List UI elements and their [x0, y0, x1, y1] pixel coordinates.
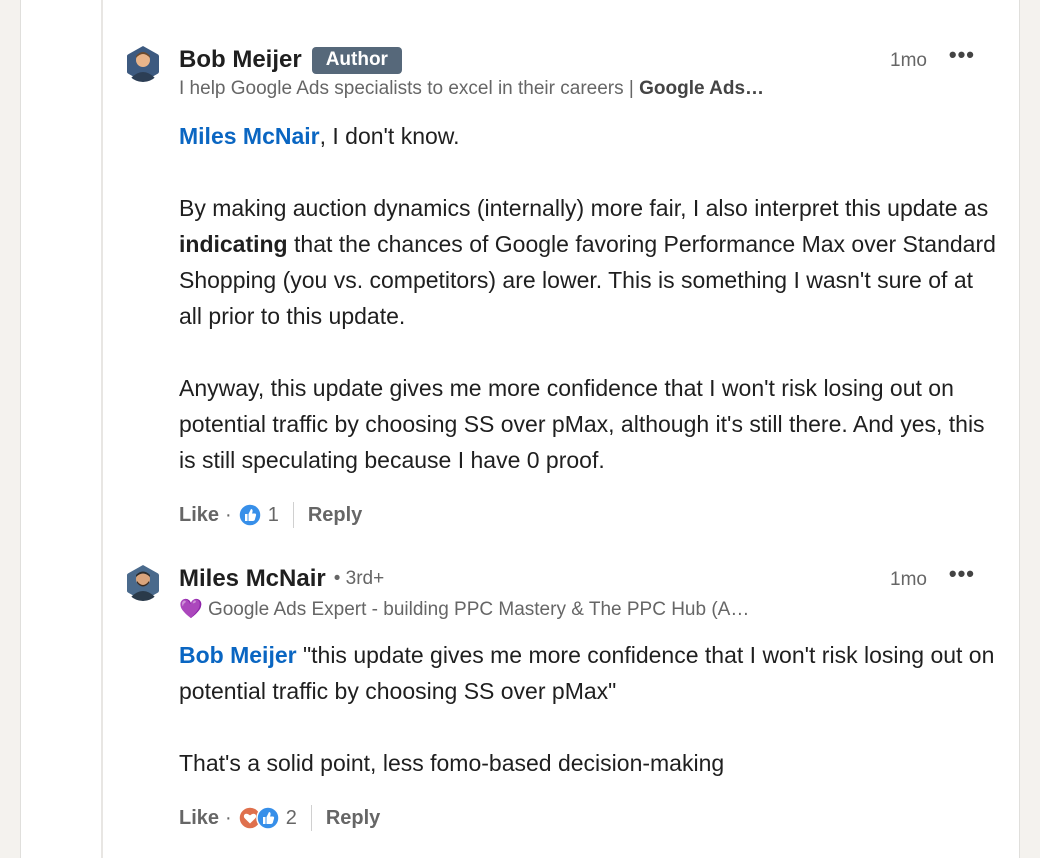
reactions[interactable]	[237, 503, 262, 527]
reactions-count[interactable]: 2	[286, 807, 297, 830]
mention-link[interactable]: Miles McNair	[179, 123, 320, 149]
paragraph-text: Anyway, this update gives me more confid…	[179, 375, 985, 473]
author-name[interactable]: Miles McNair	[179, 565, 326, 593]
paragraph-text: that the chances of Google favoring Perf…	[179, 231, 996, 329]
paragraph-text: "this update gives me more confidence th…	[179, 642, 995, 704]
timestamp: 1mo	[890, 569, 927, 590]
paragraph: Bob Meijer "this update gives me more co…	[179, 637, 999, 709]
paragraph: Miles McNair, I don't know.	[179, 118, 999, 154]
timestamp: 1mo	[890, 50, 927, 71]
avatar-image	[127, 565, 159, 601]
comment-miles-mcnair: Miles McNair • 3rd+ 1mo ••• 💜 Google Ads…	[125, 561, 994, 845]
avatar-image	[127, 46, 159, 82]
comment-actions: Like · 2 Reply	[179, 805, 380, 831]
reactions[interactable]	[237, 806, 280, 830]
name-row: Miles McNair • 3rd+	[179, 565, 384, 593]
divider	[292, 502, 294, 528]
author-badge: Author	[311, 46, 402, 74]
author-name[interactable]: Bob Meijer	[179, 46, 302, 74]
paragraph: That's a solid point, less fomo-based de…	[179, 745, 999, 781]
more-icon[interactable]: •••	[949, 561, 975, 587]
avatar[interactable]	[125, 46, 161, 82]
paragraph-text: That's a solid point, less fomo-based de…	[179, 750, 725, 776]
like-button[interactable]: Like	[179, 807, 219, 830]
comment-body: Miles McNair, I don't know. By making au…	[179, 118, 999, 478]
headline-text: Google Ads Expert - building PPC Mastery…	[202, 599, 750, 620]
heart-emoji-icon: 💜	[179, 599, 203, 620]
paragraph: Anyway, this update gives me more confid…	[179, 370, 999, 478]
thumbs-up-icon	[237, 503, 262, 527]
reactions-count[interactable]: 1	[268, 504, 279, 527]
thumbs-up-icon	[255, 806, 280, 830]
like-button[interactable]: Like	[179, 504, 219, 527]
headline: I help Google Ads specialists to excel i…	[179, 78, 859, 100]
comment-body: Bob Meijer "this update gives me more co…	[179, 637, 999, 781]
connection-degree: • 3rd+	[333, 568, 385, 589]
separator-dot: ·	[225, 503, 232, 526]
bold-text: indicating	[179, 231, 288, 257]
reply-button[interactable]: Reply	[308, 504, 362, 527]
comment-bob-meijer: Bob Meijer Author 1mo ••• I help Google …	[125, 42, 996, 528]
paragraph-text: , I don't know.	[319, 123, 460, 149]
headline: 💜 Google Ads Expert - building PPC Maste…	[179, 597, 859, 621]
avatar[interactable]	[125, 565, 161, 601]
reply-button[interactable]: Reply	[326, 807, 380, 830]
name-row: Bob Meijer Author	[179, 46, 402, 74]
headline-bold: Google Ads…	[639, 78, 765, 99]
thread-line	[101, 0, 103, 858]
paragraph: By making auction dynamics (internally) …	[179, 190, 999, 334]
more-icon[interactable]: •••	[949, 42, 975, 68]
comment-actions: Like · 1 Reply	[179, 502, 362, 528]
separator-dot: ·	[225, 806, 232, 829]
headline-text: I help Google Ads specialists to excel i…	[179, 78, 640, 99]
divider	[310, 805, 312, 831]
paragraph-text: By making auction dynamics (internally) …	[179, 195, 989, 221]
mention-link[interactable]: Bob Meijer	[179, 642, 297, 668]
